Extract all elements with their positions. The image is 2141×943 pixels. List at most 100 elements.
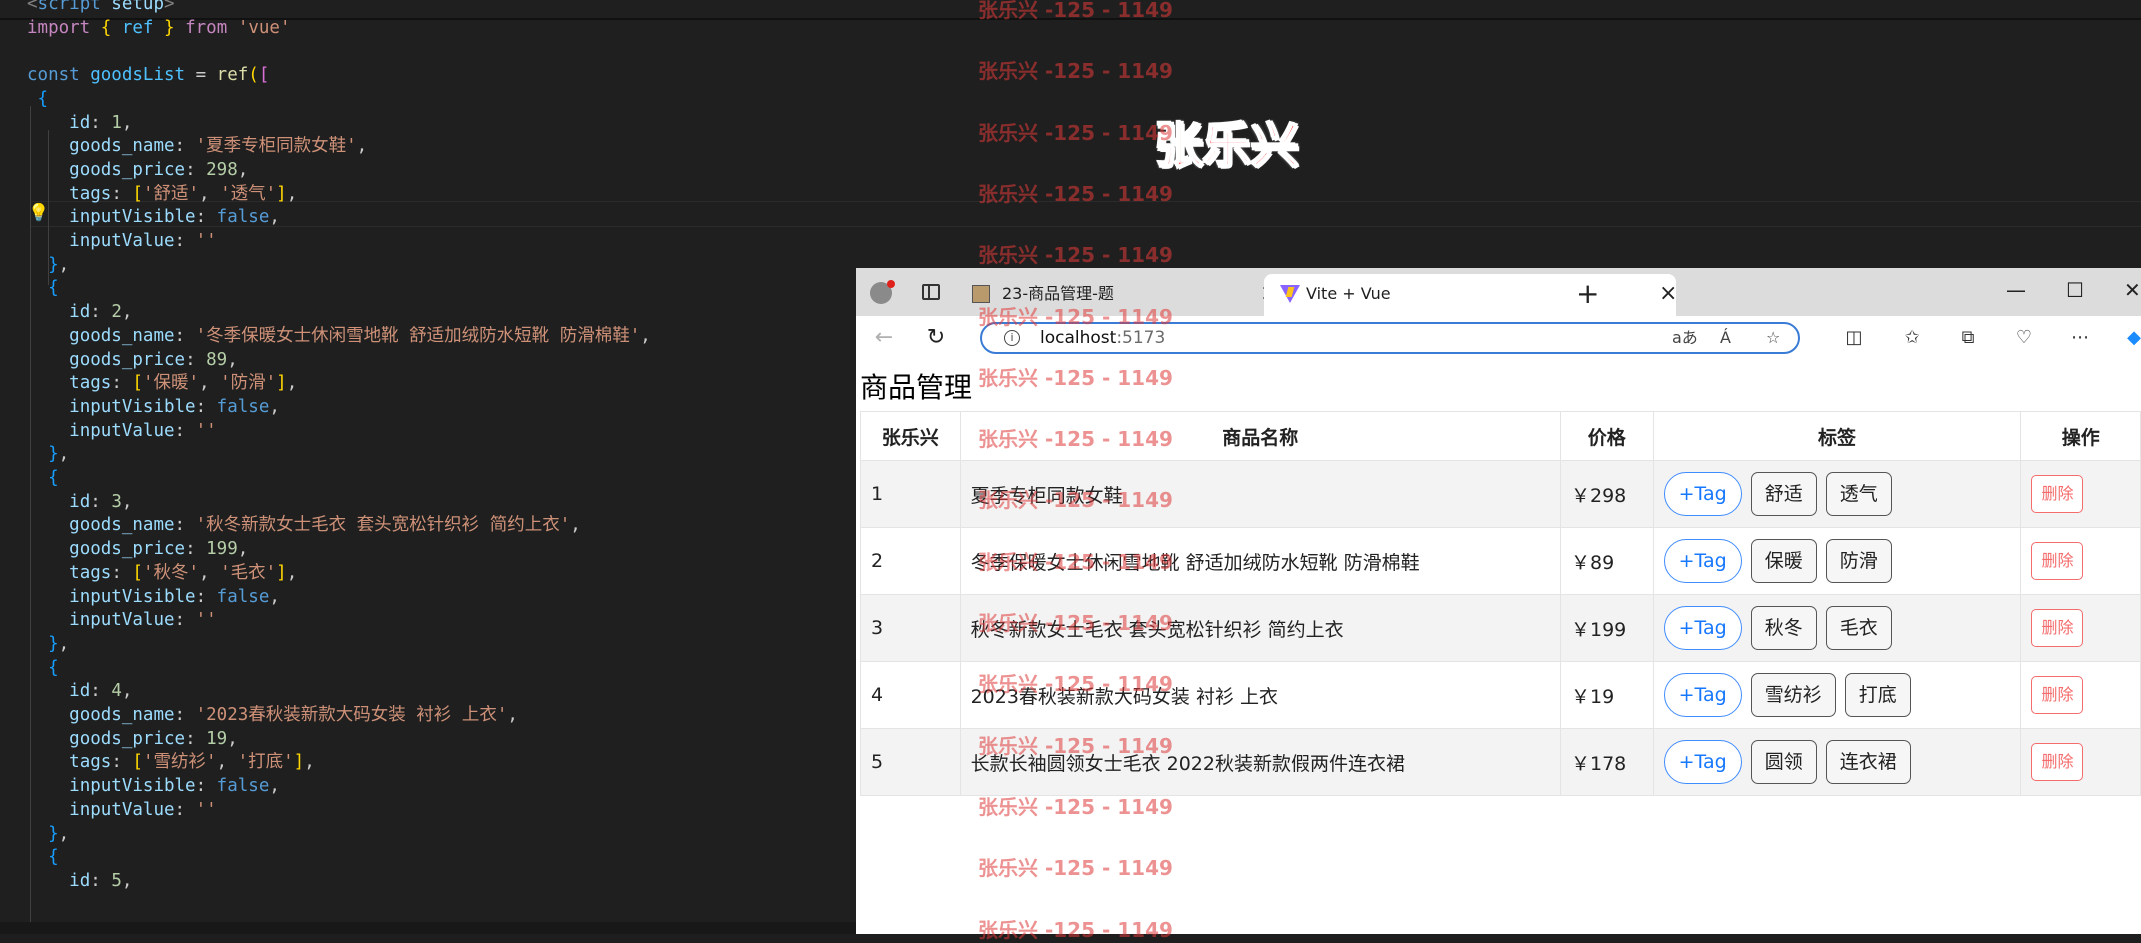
code-token: : <box>90 112 112 133</box>
collections-icon[interactable]: ⧉ <box>1952 322 1984 354</box>
code-token: inputValue <box>69 420 175 441</box>
add-tag-button[interactable]: +Tag <box>1663 673 1742 717</box>
cell-actions: 删除 <box>2020 527 2141 595</box>
code-token: : <box>174 610 196 631</box>
code-token: { <box>48 847 59 868</box>
code-token: : <box>195 586 217 607</box>
watermark-text: 张乐兴 -125 - 1149 <box>978 365 1173 390</box>
browser-essentials-icon[interactable]: ♡ <box>2008 322 2040 354</box>
tag-chip[interactable]: 防滑 <box>1825 539 1892 583</box>
tag-chip[interactable]: 秋冬 <box>1750 606 1817 650</box>
cell-actions: 删除 <box>2020 594 2141 662</box>
code-token: 4 <box>111 681 122 702</box>
back-arrow-icon[interactable]: ← <box>868 322 900 354</box>
add-tag-button[interactable]: +Tag <box>1663 539 1742 583</box>
delete-button[interactable]: 删除 <box>2031 542 2084 580</box>
cell-price: ￥298 <box>1560 460 1654 528</box>
code-token: : <box>174 231 196 251</box>
favorites-icon[interactable]: ✩ <box>1896 322 1928 354</box>
delete-button[interactable]: 删除 <box>2031 743 2084 781</box>
code-token: : <box>90 681 112 702</box>
code-token: , <box>121 681 133 702</box>
profile-avatar-icon[interactable] <box>870 280 895 304</box>
code-token: : <box>111 752 133 773</box>
translate-icon[interactable]: aあ <box>1672 324 1698 352</box>
code-token: : <box>195 207 217 228</box>
tag-chip[interactable]: 连衣裙 <box>1825 740 1911 784</box>
tag-chip[interactable]: 透气 <box>1825 472 1892 516</box>
code-token: 2 <box>111 302 122 323</box>
code-token: , <box>286 562 298 583</box>
tag-chip[interactable]: 雪纺衫 <box>1750 673 1836 717</box>
more-menu-icon[interactable]: ⋯ <box>2064 322 2096 354</box>
favorite-star-icon[interactable]: ☆ <box>1766 324 1780 352</box>
delete-button[interactable]: 删除 <box>2031 676 2084 714</box>
maximize-button[interactable]: ☐ <box>2066 268 2084 316</box>
delete-button[interactable]: 删除 <box>2031 609 2084 647</box>
code-token: : <box>90 870 112 891</box>
close-window-button[interactable]: ✕ <box>2124 268 2141 316</box>
cell-id: 2 <box>860 527 961 595</box>
code-token: false <box>216 586 270 607</box>
site-info-icon[interactable]: i <box>1004 330 1020 346</box>
code-line: inputVisible: false, <box>27 205 280 229</box>
code-token: 5 <box>111 870 122 891</box>
read-aloud-icon[interactable]: Á <box>1720 324 1731 352</box>
add-tag-button[interactable]: +Tag <box>1663 740 1742 784</box>
tag-chip[interactable]: 舒适 <box>1750 472 1817 516</box>
code-token: '冬季保暖女士休闲雪地靴 舒适加绒防水短靴 防滑棉鞋' <box>195 325 641 346</box>
code-token: < <box>27 0 38 14</box>
tab-vite-vue[interactable]: Vite + Vue × <box>1264 274 1677 316</box>
code-token: : <box>185 539 207 560</box>
code-token: { <box>48 468 59 488</box>
code-token: '雪纺衫' <box>142 752 217 773</box>
code-line: inputVisible: false, <box>27 395 280 419</box>
cell-tags: +Tag 雪纺衫 打底 <box>1652 661 2022 729</box>
reload-icon[interactable]: ↻ <box>920 322 952 354</box>
watermark-text: 张乐兴 -125 - 1149 <box>978 488 1173 513</box>
code-token: inputValue <box>69 231 175 251</box>
code-line: id: 2, <box>27 300 132 324</box>
copilot-icon[interactable]: ◆ <box>2118 322 2141 354</box>
tag-chip[interactable]: 毛衣 <box>1825 606 1892 650</box>
indent-guide <box>48 130 49 285</box>
code-token: goods_price <box>69 159 186 180</box>
watermark-text: 张乐兴 -125 - 1149 <box>978 427 1173 452</box>
delete-button[interactable]: 删除 <box>2031 475 2084 513</box>
split-screen-icon[interactable]: ◫ <box>1838 322 1870 354</box>
minimize-button[interactable]: — <box>2006 268 2026 316</box>
code-token: : <box>195 396 217 417</box>
tag-chip[interactable]: 保暖 <box>1750 539 1817 583</box>
tag-chip[interactable]: 打底 <box>1844 673 1911 717</box>
url-host: localhost <box>1040 328 1117 348</box>
cell-id: 5 <box>860 728 961 796</box>
code-line: <script setup> <box>27 0 175 16</box>
tab-actions-icon[interactable] <box>922 284 940 300</box>
new-tab-button[interactable]: + <box>1576 274 1599 314</box>
code-token: inputVisible <box>69 396 196 417</box>
code-line: inputValue: '' <box>27 798 217 822</box>
add-tag-button[interactable]: +Tag <box>1663 606 1742 650</box>
code-token: : <box>174 799 196 820</box>
code-token: [ <box>132 373 143 394</box>
add-tag-button[interactable]: +Tag <box>1663 472 1742 516</box>
code-token: , <box>199 373 221 394</box>
code-token: } <box>164 17 175 38</box>
tab-close-icon[interactable]: × <box>1659 274 1677 314</box>
code-line: inputVisible: false, <box>27 774 280 798</box>
code-token: , <box>216 752 238 773</box>
code-token: : <box>174 420 196 441</box>
code-line: tags: ['秋冬', '毛衣'], <box>27 561 297 585</box>
code-token: false <box>216 776 270 797</box>
editor-scrollbar[interactable] <box>0 922 860 934</box>
code-line: id: 5, <box>27 869 132 893</box>
tag-chip[interactable]: 圆领 <box>1750 740 1817 784</box>
code-token: , <box>227 349 238 370</box>
code-token: [ <box>258 65 270 86</box>
code-token: , <box>269 207 280 228</box>
